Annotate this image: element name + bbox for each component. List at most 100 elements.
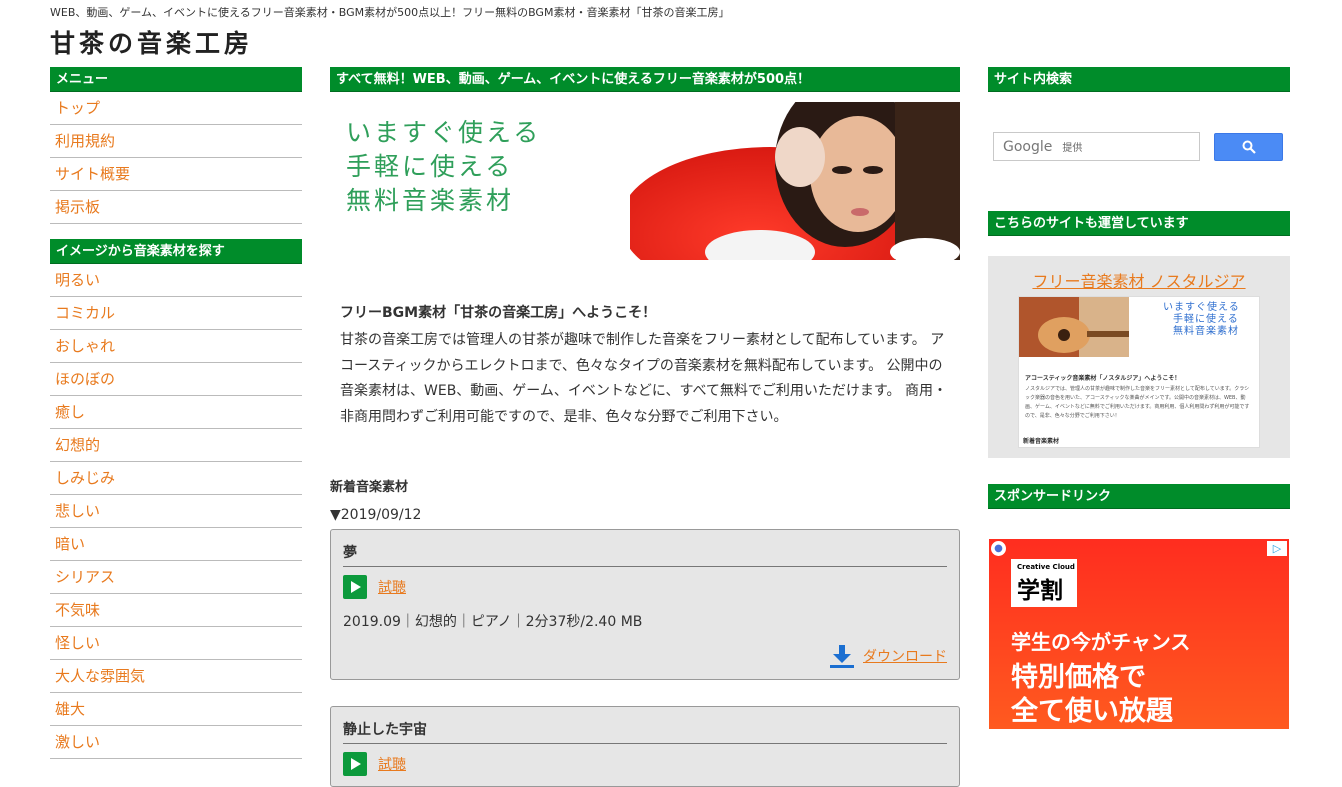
category-item[interactable]: 怪しい <box>50 627 302 660</box>
category-item[interactable]: 暗い <box>50 528 302 561</box>
hero-line-2: 手軽に使える <box>346 152 514 181</box>
ad-info-icon[interactable]: ● <box>991 541 1006 556</box>
ad-line-1: 学生の今がチャンス <box>1011 630 1191 654</box>
search-icon <box>1242 140 1256 154</box>
category-link-intense[interactable]: 激しい <box>55 733 100 751</box>
site-search: Google 提供 <box>988 132 1290 161</box>
menu-link-about[interactable]: サイト概要 <box>55 165 130 183</box>
category-link-comical[interactable]: コミカル <box>55 304 115 322</box>
category-item[interactable]: しみじみ <box>50 462 302 495</box>
category-item[interactable]: 不気味 <box>50 594 302 627</box>
category-item[interactable]: シリアス <box>50 561 302 594</box>
menu-item-top[interactable]: トップ <box>50 92 302 125</box>
download-link[interactable]: ダウンロード <box>863 646 947 666</box>
new-tracks-heading: 新着音楽素材 <box>330 480 409 495</box>
search-input[interactable]: Google 提供 <box>993 132 1200 161</box>
category-item[interactable]: 大人な雰囲気 <box>50 660 302 693</box>
track-title: 静止した宇宙 <box>343 719 947 744</box>
track-card: 夢 試聴 2019.09｜幻想的｜ピアノ｜2分37秒/2.40 MB ダウンロー… <box>330 529 960 680</box>
category-link-serious[interactable]: シリアス <box>55 568 115 586</box>
category-link-eerie[interactable]: 不気味 <box>55 601 100 619</box>
ad-banner[interactable]: ● ▷ Creative Cloud 学割 学生の今がチャンス 特別価格で 全て… <box>989 539 1289 729</box>
sister-thumb-welcome: アコースティック音楽素材「ノスタルジア」へようこそ！ <box>1025 375 1181 382</box>
welcome-section: フリーBGM素材「甘茶の音楽工房」へようこそ！ 甘茶の音楽工房では管理人の甘茶が… <box>340 302 950 430</box>
category-item[interactable]: おしゃれ <box>50 330 302 363</box>
hero-line-3: 無料音楽素材 <box>346 186 515 215</box>
site-tagline: WEB、動画、ゲーム、イベントに使えるフリー音楽素材・BGM素材が500点以上！… <box>50 6 730 19</box>
google-logo: Google <box>1003 138 1053 155</box>
category-link-adult[interactable]: 大人な雰囲気 <box>55 667 145 685</box>
category-item[interactable]: コミカル <box>50 297 302 330</box>
sister-site-box: フリー音楽素材 ノスタルジア いますぐ使える 手軽に使える 無料音楽素材 アコー… <box>988 256 1290 458</box>
sister-site-link[interactable]: フリー音楽素材 ノスタルジア <box>1032 272 1245 291</box>
category-link-bright[interactable]: 明るい <box>55 271 100 289</box>
sister-thumb-line-3: 無料音楽素材 <box>1173 326 1239 337</box>
download-icon[interactable] <box>829 643 855 669</box>
category-link-dark[interactable]: 暗い <box>55 535 85 553</box>
hero-image-woman-headphones <box>630 102 960 260</box>
category-item[interactable]: 幻想的 <box>50 429 302 462</box>
hero-text: いますぐ使える 手軽に使える 無料音楽素材 <box>346 116 541 218</box>
menu-heading: メニュー <box>50 67 302 92</box>
main-content: すべて無料！WEB、動画、ゲーム、イベントに使えるフリー音楽素材が500点！ い… <box>330 67 960 787</box>
track-title: 夢 <box>343 542 947 567</box>
menu-link-top[interactable]: トップ <box>55 99 100 117</box>
listen-link[interactable]: 試聴 <box>378 577 406 597</box>
adchoices-icon[interactable]: ▷ <box>1267 541 1287 556</box>
category-link-sad[interactable]: 悲しい <box>55 502 100 520</box>
category-link-grand[interactable]: 雄大 <box>55 700 85 718</box>
listen-row: 試聴 <box>343 575 947 599</box>
sister-site-thumbnail[interactable]: いますぐ使える 手軽に使える 無料音楽素材 アコースティック音楽素材「ノスタルジ… <box>1018 296 1260 448</box>
ad-badge-small: Creative Cloud <box>1017 563 1075 571</box>
category-item[interactable]: 雄大 <box>50 693 302 726</box>
menu-list: トップ 利用規約 サイト概要 掲示板 <box>50 92 302 224</box>
search-button[interactable] <box>1214 132 1283 161</box>
category-link-suspicious[interactable]: 怪しい <box>55 634 100 652</box>
category-item[interactable]: 悲しい <box>50 495 302 528</box>
menu-item-terms[interactable]: 利用規約 <box>50 125 302 158</box>
search-heading: サイト内検索 <box>988 67 1290 92</box>
menu-item-bbs[interactable]: 掲示板 <box>50 191 302 224</box>
image-search-heading: イメージから音楽素材を探す <box>50 239 302 264</box>
category-link-stylish[interactable]: おしゃれ <box>55 337 115 355</box>
sister-thumb-body: ノスタルジアでは、管理人の甘茶が趣味で制作した音楽をフリー素材として配布していま… <box>1025 386 1250 419</box>
download-row: ダウンロード <box>343 643 947 669</box>
play-icon[interactable] <box>343 752 367 776</box>
menu-link-bbs[interactable]: 掲示板 <box>55 198 100 216</box>
category-item[interactable]: 明るい <box>50 264 302 297</box>
listen-row: 試聴 <box>343 752 947 776</box>
banner-heading: すべて無料！WEB、動画、ゲーム、イベントに使えるフリー音楽素材が500点！ <box>330 67 960 92</box>
track-card: 静止した宇宙 試聴 <box>330 706 960 787</box>
image-category-list: 明るい コミカル おしゃれ ほのぼの 癒し 幻想的 しみじみ 悲しい 暗い シリ… <box>50 264 302 759</box>
site-title[interactable]: 甘茶の音楽工房 <box>50 24 253 60</box>
welcome-body: 甘茶の音楽工房では管理人の甘茶が趣味で制作した音楽をフリー素材として配布していま… <box>340 332 947 425</box>
sister-thumb-text: いますぐ使える 手軽に使える 無料音楽素材 <box>1163 302 1240 338</box>
ad-badge-big: 学割 <box>1017 578 1063 604</box>
ad-line-3: 全て使い放題 <box>1011 696 1173 727</box>
category-link-wistful[interactable]: しみじみ <box>55 469 115 487</box>
sister-site-heading: こちらのサイトも運営しています <box>988 211 1290 236</box>
sister-thumb-line-1: いますぐ使える <box>1163 302 1240 313</box>
menu-link-terms[interactable]: 利用規約 <box>55 132 115 150</box>
category-link-fantasy[interactable]: 幻想的 <box>55 436 100 454</box>
category-link-heartwarming[interactable]: ほのぼの <box>55 370 115 388</box>
track-meta: 2019.09｜幻想的｜ピアノ｜2分37秒/2.40 MB <box>343 614 643 630</box>
sponsor-heading: スポンサードリンク <box>988 484 1290 509</box>
sister-thumb-line-2: 手軽に使える <box>1173 314 1239 325</box>
category-item[interactable]: 激しい <box>50 726 302 759</box>
guitar-image <box>1019 297 1129 357</box>
hero-line-1: いますぐ使える <box>346 118 542 147</box>
menu-item-about[interactable]: サイト概要 <box>50 158 302 191</box>
category-item[interactable]: ほのぼの <box>50 363 302 396</box>
search-placeholder: 提供 <box>1062 143 1083 154</box>
sister-thumb-new: 新着音楽素材 <box>1023 438 1060 445</box>
welcome-title: フリーBGM素材「甘茶の音楽工房」へようこそ！ <box>340 305 657 321</box>
category-item[interactable]: 癒し <box>50 396 302 429</box>
listen-link[interactable]: 試聴 <box>378 754 406 774</box>
ad-badge: Creative Cloud 学割 <box>1011 559 1077 607</box>
category-link-healing[interactable]: 癒し <box>55 403 85 421</box>
hero-banner: いますぐ使える 手軽に使える 無料音楽素材 <box>330 102 960 260</box>
release-date: ▼2019/09/12 <box>330 507 422 523</box>
left-sidebar: メニュー トップ 利用規約 サイト概要 掲示板 イメージから音楽素材を探す 明る… <box>50 67 302 774</box>
play-icon[interactable] <box>343 575 367 599</box>
